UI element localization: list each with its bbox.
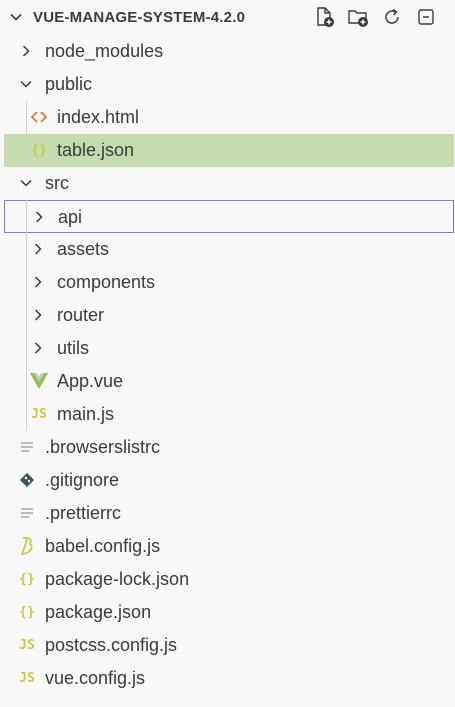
explorer-actions [313,6,437,28]
file-item-app-vue[interactable]: App.vue [4,365,454,398]
chevron-right-icon[interactable] [31,341,45,355]
chevron-down-icon[interactable] [19,176,33,190]
tree-item-label: api [58,207,83,227]
collapse-all-icon[interactable] [415,6,437,28]
tree-item-label: babel.config.js [45,536,161,556]
tree-item-label: assets [57,239,110,259]
folder-item-src[interactable]: src [4,167,454,200]
tree-item-label: postcss.config.js [45,635,178,655]
tree-item-label: components [57,272,156,292]
file-item-vue-config-js[interactable]: JS vue.config.js [4,662,454,695]
new-folder-icon[interactable] [347,6,369,28]
new-file-icon[interactable] [313,6,335,28]
file-explorer: VUE-MANAGE-SYSTEM-4.2.0 node_modules pub… [0,0,455,707]
file-item-index-html[interactable]: index.html [4,101,454,134]
tree-item-label: .browserslistrc [45,437,161,457]
file-item-table-json[interactable]: {} table.json [4,134,454,167]
tree-item-label: public [45,74,93,94]
chevron-right-icon[interactable] [32,210,46,224]
chevron-right-icon[interactable] [31,242,45,256]
tree-item-label: src [45,173,69,193]
folder-item-assets[interactable]: assets [4,233,454,266]
file-item-babel-config-js[interactable]: babel.config.js [4,530,454,563]
tree-item-label: package.json [45,602,152,622]
tree-item-label: table.json [57,140,135,160]
babel-file-icon [17,536,37,556]
vue-file-icon [29,371,49,391]
indent-guide [26,101,27,167]
tree-item-label: vue.config.js [45,668,146,688]
folder-item-components[interactable]: components [4,266,454,299]
js-file-icon: JS [31,406,47,422]
text-file-icon [17,503,37,523]
tree-item-label: index.html [57,107,140,127]
html-file-icon [29,107,49,127]
refresh-icon[interactable] [381,6,403,28]
file-item-postcss-config-js[interactable]: JS postcss.config.js [4,629,454,662]
folder-item-node-modules[interactable]: node_modules [4,35,454,68]
json-file-icon: {} [19,571,35,587]
json-file-icon: {} [31,142,47,158]
file-item-prettierrc[interactable]: .prettierrc [4,497,454,530]
file-item-main-js[interactable]: JS main.js [4,398,454,431]
file-item-gitignore[interactable]: .gitignore [4,464,454,497]
tree-item-label: App.vue [57,371,124,391]
folder-item-utils[interactable]: utils [4,332,454,365]
file-item-package-json[interactable]: {} package.json [4,596,454,629]
tree-item-label: main.js [57,404,115,424]
tree-item-label: .prettierrc [45,503,122,523]
chevron-down-icon[interactable] [9,10,23,24]
chevron-down-icon[interactable] [19,77,33,91]
indent-guide [26,200,27,431]
json-file-icon: {} [19,604,35,620]
tree-item-label: router [57,305,105,325]
git-file-icon [17,470,37,490]
tree-item-label: .gitignore [45,470,120,490]
explorer-header[interactable]: VUE-MANAGE-SYSTEM-4.2.0 [0,0,455,35]
tree-item-label: node_modules [45,41,164,61]
folder-item-router[interactable]: router [4,299,454,332]
chevron-right-icon[interactable] [31,275,45,289]
chevron-right-icon[interactable] [19,44,33,58]
chevron-right-icon[interactable] [31,308,45,322]
tree-item-label: utils [57,338,90,358]
file-item-package-lock-json[interactable]: {} package-lock.json [4,563,454,596]
file-item-browserslistrc[interactable]: .browserslistrc [4,431,454,464]
explorer-title: VUE-MANAGE-SYSTEM-4.2.0 [33,9,246,26]
js-file-icon: JS [19,637,35,653]
text-file-icon [17,437,37,457]
js-file-icon: JS [19,670,35,686]
folder-item-api[interactable]: api [4,200,454,233]
folder-item-public[interactable]: public [4,68,454,101]
tree-item-label: package-lock.json [45,569,190,589]
